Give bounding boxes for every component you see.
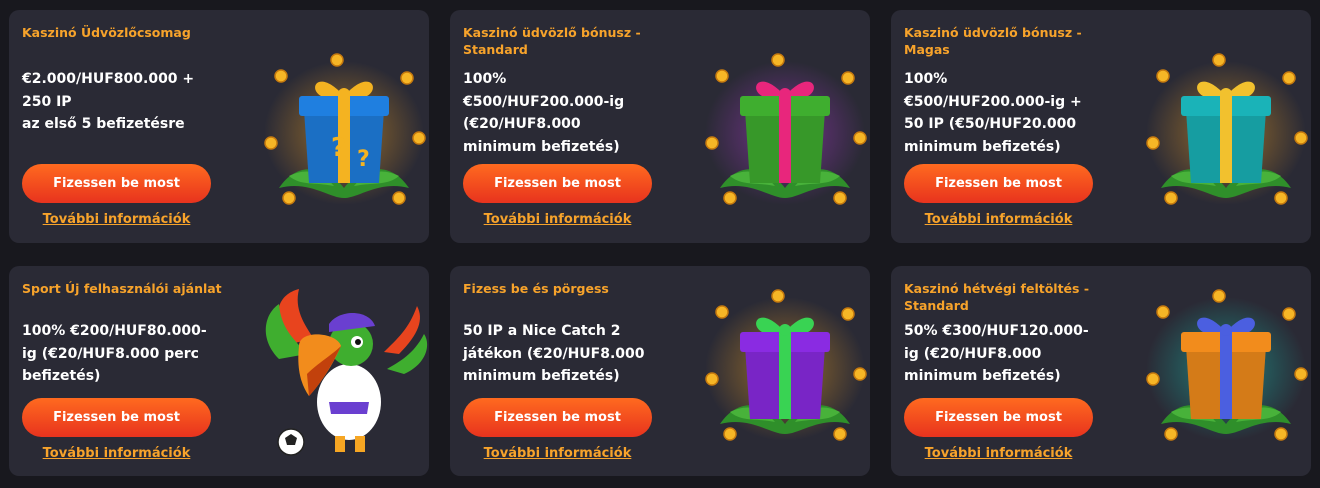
deposit-now-button[interactable]: Fizessen be most: [904, 164, 1093, 203]
deposit-now-button[interactable]: Fizessen be most: [463, 398, 652, 437]
coin-icon: [400, 71, 414, 85]
offer-description: 50 IP a Nice Catch 2 játékon (€20/HUF8.0…: [463, 323, 645, 384]
coin-icon: [1294, 131, 1308, 145]
coin-icon: [853, 367, 867, 381]
bonus-offers-grid: Kaszinó Üdvözlőcsomag €2.000/HUF800.000 …: [0, 0, 1320, 488]
deposit-now-button[interactable]: Fizessen be most: [463, 164, 652, 203]
offer-description: 100% €500/HUF200.000-ig (€20/HUF8.000 mi…: [463, 71, 625, 155]
offer-title: Kaszinó üdvözlő bónusz - Standard: [463, 25, 641, 57]
more-info-link[interactable]: További információk: [904, 212, 1093, 227]
offer-description: 50% €300/HUF120.000- ig (€20/HUF8.000 mi…: [904, 323, 1089, 384]
coin-icon: [1274, 427, 1288, 441]
coin-icon: [853, 131, 867, 145]
offer-description: 100% €200/HUF80.000- ig (€20/HUF8.000 pe…: [22, 323, 207, 384]
more-info-link[interactable]: További információk: [22, 212, 211, 227]
coin-icon: [1294, 367, 1308, 381]
gift-ribbon: [1220, 332, 1232, 419]
svg-text:?: ?: [331, 133, 346, 163]
gift-box-teal-icon: [1141, 48, 1311, 208]
deposit-now-button[interactable]: Fizessen be most: [22, 398, 211, 437]
offer-title: Sport Új felhasználói ajánlat: [22, 281, 222, 296]
more-info-link[interactable]: További információk: [463, 446, 652, 461]
coin-icon: [771, 53, 785, 67]
coin-icon: [412, 131, 426, 145]
coin-icon: [330, 53, 344, 67]
offer-card-deposit-and-spin: Fizess be és pörgess 50 IP a Nice Catch …: [450, 266, 870, 476]
coin-icon: [1282, 71, 1296, 85]
coin-icon: [723, 427, 737, 441]
svg-text:?: ?: [357, 147, 370, 172]
coin-icon: [1282, 307, 1296, 321]
offer-title: Kaszinó üdvözlő bónusz - Magas: [904, 25, 1082, 57]
coin-icon: [1146, 372, 1160, 386]
coin-icon: [771, 289, 785, 303]
coin-icon: [1146, 136, 1160, 150]
coin-icon: [1212, 289, 1226, 303]
coin-icon: [1274, 191, 1288, 205]
coin-icon: [1156, 305, 1170, 319]
coin-icon: [833, 191, 847, 205]
offer-title: Kaszinó hétvégi feltöltés - Standard: [904, 281, 1090, 313]
coin-icon: [264, 136, 278, 150]
offer-description: €2.000/HUF800.000 + 250 IP az első 5 bef…: [22, 71, 195, 132]
coin-icon: [705, 136, 719, 150]
more-info-link[interactable]: További információk: [22, 446, 211, 461]
more-info-link[interactable]: További információk: [463, 212, 652, 227]
coin-icon: [1164, 191, 1178, 205]
gift-box-orange-icon: [1141, 284, 1311, 444]
coin-icon: [833, 427, 847, 441]
coin-icon: [1156, 69, 1170, 83]
coin-icon: [715, 69, 729, 83]
coin-icon: [841, 307, 855, 321]
gift-box-green-icon: [700, 48, 870, 208]
gift-box-blue-question-icon: ? ?: [259, 48, 429, 208]
offer-card-casino-weekend-reload: Kaszinó hétvégi feltöltés - Standard 50%…: [891, 266, 1311, 476]
gift-box-purple-icon: [700, 284, 870, 444]
coin-icon: [282, 191, 296, 205]
toucan-football-mascot-icon: [259, 284, 429, 456]
coin-icon: [715, 305, 729, 319]
more-info-link[interactable]: További információk: [904, 446, 1093, 461]
offer-card-sport-new-user: Sport Új felhasználói ajánlat 100% €200/…: [9, 266, 429, 476]
offer-card-casino-welcome-high: Kaszinó üdvözlő bónusz - Magas 100% €500…: [891, 10, 1311, 243]
coin-icon: [274, 69, 288, 83]
coin-icon: [392, 191, 406, 205]
offer-title: Kaszinó Üdvözlőcsomag: [22, 25, 191, 40]
gift-ribbon: [779, 96, 791, 183]
coin-icon: [705, 372, 719, 386]
deposit-now-button[interactable]: Fizessen be most: [22, 164, 211, 203]
coin-icon: [723, 191, 737, 205]
coin-icon: [841, 71, 855, 85]
offer-card-casino-welcome-package: Kaszinó Üdvözlőcsomag €2.000/HUF800.000 …: [9, 10, 429, 243]
deposit-now-button[interactable]: Fizessen be most: [904, 398, 1093, 437]
coin-icon: [1212, 53, 1226, 67]
offer-title: Fizess be és pörgess: [463, 281, 609, 296]
coin-icon: [1164, 427, 1178, 441]
offer-description: 100% €500/HUF200.000-ig + 50 IP (€50/HUF…: [904, 71, 1082, 155]
gift-ribbon: [779, 332, 791, 419]
gift-ribbon: [1220, 96, 1232, 183]
offer-card-casino-welcome-standard: Kaszinó üdvözlő bónusz - Standard 100% €…: [450, 10, 870, 243]
